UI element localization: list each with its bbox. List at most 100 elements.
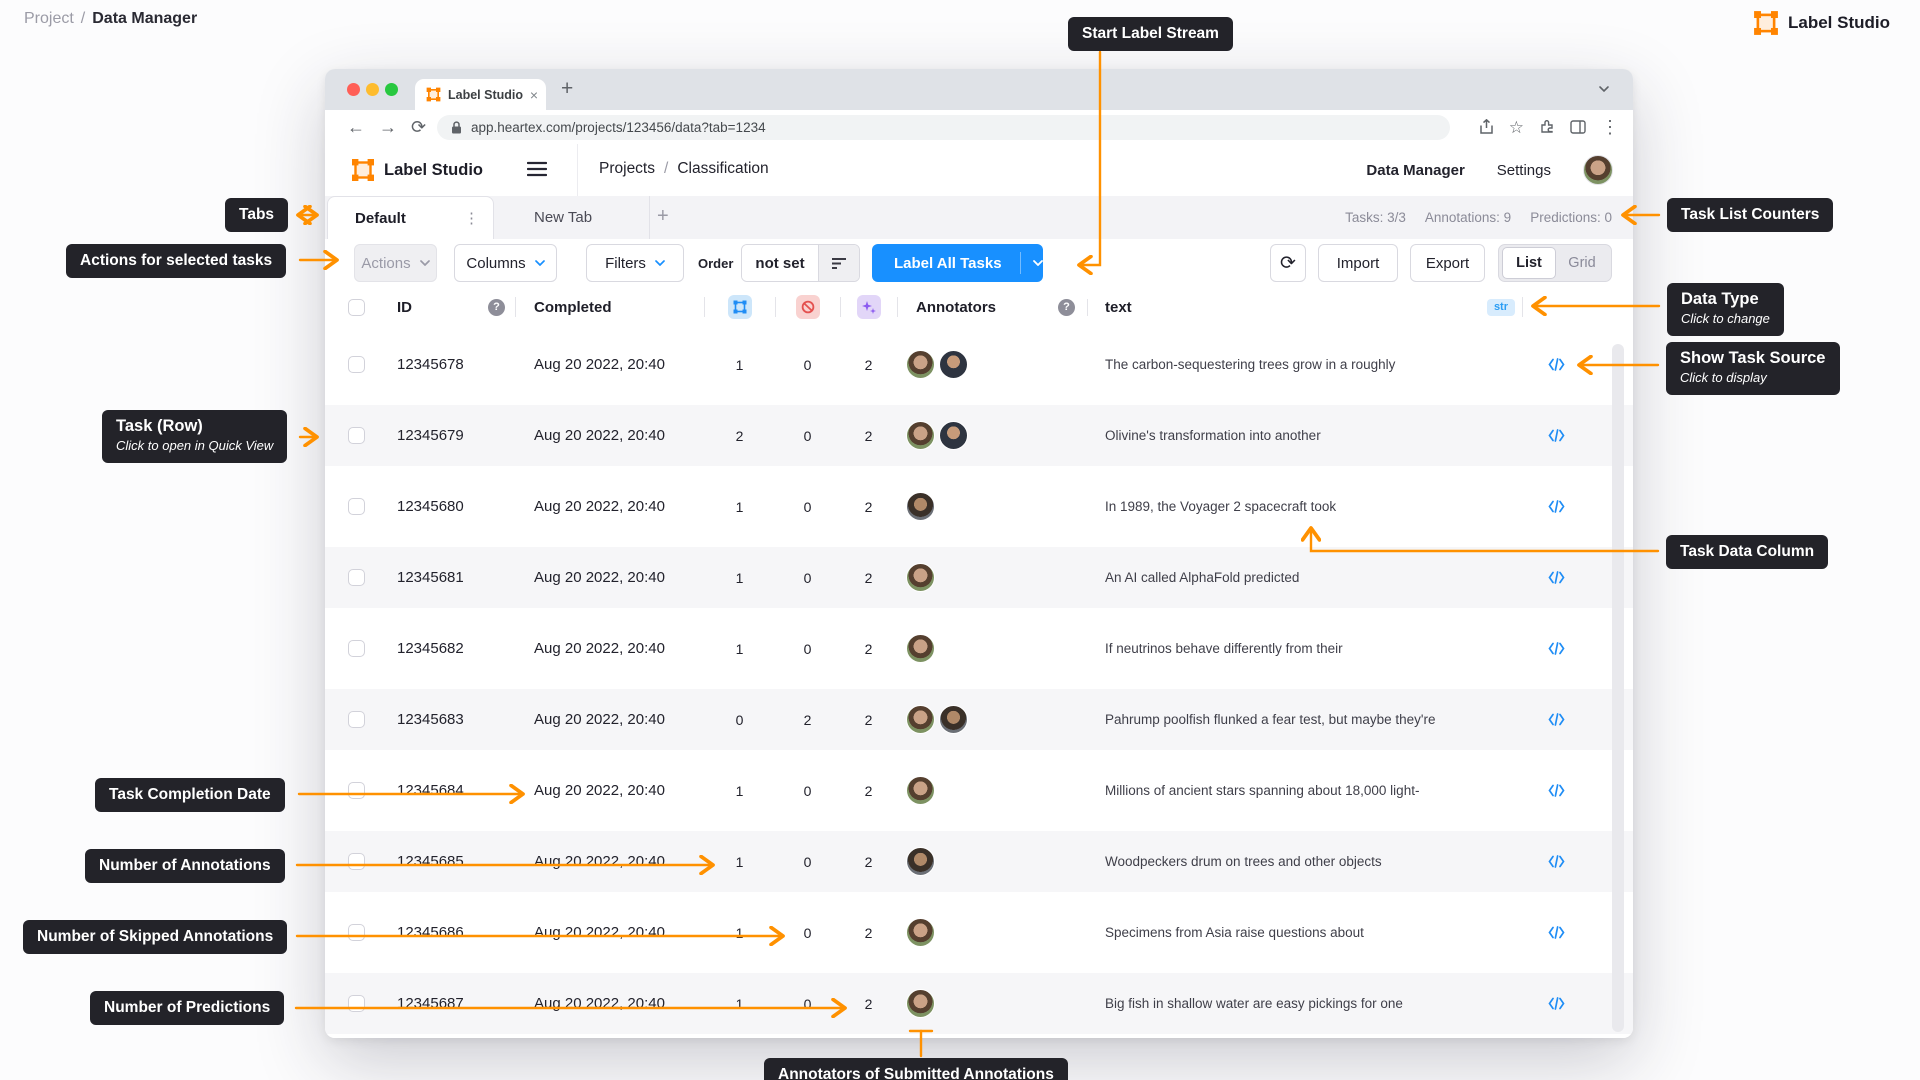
task-completed-date: Aug 20 2022, 20:40 xyxy=(534,356,665,373)
row-checkbox[interactable] xyxy=(348,427,365,444)
data-type-badge[interactable]: str xyxy=(1486,298,1515,316)
row-checkbox[interactable] xyxy=(348,995,365,1012)
task-completed-date: Aug 20 2022, 20:40 xyxy=(534,995,665,1012)
browser-tab[interactable]: Label Studio × xyxy=(415,79,546,110)
column-header-annotators[interactable]: Annotators ? xyxy=(897,297,1087,317)
task-source-icon[interactable] xyxy=(1547,713,1565,726)
column-header-text[interactable]: text str xyxy=(1087,298,1522,316)
tab-default[interactable]: Default ⋮ xyxy=(327,196,494,239)
task-source-icon[interactable] xyxy=(1547,571,1565,584)
label-all-tasks-button[interactable]: Label All Tasks xyxy=(872,244,1043,282)
row-checkbox[interactable] xyxy=(348,356,365,373)
label-studio-logo-icon xyxy=(1754,11,1778,35)
order-control[interactable]: not set xyxy=(741,244,860,282)
task-source-icon[interactable] xyxy=(1547,429,1565,442)
row-checkbox[interactable] xyxy=(348,711,365,728)
window-close-button[interactable] xyxy=(347,83,360,96)
window-zoom-button[interactable] xyxy=(385,83,398,96)
column-header-skipped[interactable] xyxy=(775,295,840,319)
row-checkbox[interactable] xyxy=(348,569,365,586)
row-checkbox[interactable] xyxy=(348,640,365,657)
help-icon[interactable]: ? xyxy=(1058,298,1075,316)
lock-icon[interactable] xyxy=(451,121,462,134)
row-checkbox[interactable] xyxy=(348,782,365,799)
new-tab-icon[interactable]: + xyxy=(561,77,573,101)
row-checkbox[interactable] xyxy=(348,853,365,870)
actions-button[interactable]: Actions xyxy=(354,244,437,282)
close-icon[interactable]: × xyxy=(530,88,538,102)
annotator-avatar xyxy=(906,705,935,734)
annotator-avatar xyxy=(906,492,935,521)
task-row[interactable]: 12345682 Aug 20 2022, 20:40 1 0 2 If neu… xyxy=(325,613,1633,684)
extensions-icon[interactable] xyxy=(1539,119,1555,135)
task-source-icon[interactable] xyxy=(1547,784,1565,797)
task-source-icon[interactable] xyxy=(1547,500,1565,513)
sort-direction-button[interactable] xyxy=(818,245,859,281)
column-header-id[interactable]: ID xyxy=(389,299,488,316)
refresh-button[interactable]: ⟳ xyxy=(1270,244,1306,282)
hamburger-menu-icon[interactable] xyxy=(527,161,547,177)
task-row[interactable]: 12345686 Aug 20 2022, 20:40 1 0 2 Specim… xyxy=(325,897,1633,968)
add-tab-icon[interactable]: + xyxy=(657,205,669,228)
column-header-predictions[interactable] xyxy=(840,295,897,319)
order-label: Order xyxy=(698,256,734,271)
export-button[interactable]: Export xyxy=(1410,244,1485,282)
scrollbar[interactable] xyxy=(1612,344,1624,1032)
chevron-down-icon[interactable] xyxy=(1032,260,1043,266)
columns-button[interactable]: Columns xyxy=(454,244,557,282)
task-row[interactable]: 12345678 Aug 20 2022, 20:40 1 0 2 The ca… xyxy=(325,329,1633,400)
kebab-menu-icon[interactable]: ⋮ xyxy=(1601,118,1619,136)
task-source-icon[interactable] xyxy=(1547,997,1565,1010)
app-breadcrumb-separator: / xyxy=(664,160,669,177)
task-source-icon[interactable] xyxy=(1547,855,1565,868)
task-row[interactable]: 12345680 Aug 20 2022, 20:40 1 0 2 In 198… xyxy=(325,471,1633,542)
row-checkbox[interactable] xyxy=(348,924,365,941)
nav-settings[interactable]: Settings xyxy=(1497,162,1551,179)
list-view-button[interactable]: List xyxy=(1502,247,1556,279)
import-label: Import xyxy=(1336,254,1380,272)
task-row[interactable]: 12345683 Aug 20 2022, 20:40 0 2 2 Pahrum… xyxy=(325,684,1633,755)
app-breadcrumb-projects[interactable]: Projects xyxy=(599,160,655,178)
nav-data-manager[interactable]: Data Manager xyxy=(1366,162,1464,179)
task-source-icon[interactable] xyxy=(1547,642,1565,655)
side-panel-icon[interactable] xyxy=(1570,120,1586,134)
chevron-down-icon[interactable] xyxy=(1597,82,1611,96)
task-source-icon[interactable] xyxy=(1547,926,1565,939)
breadcrumb-section[interactable]: Project xyxy=(24,10,74,28)
user-avatar[interactable] xyxy=(1583,155,1613,185)
task-completed-date: Aug 20 2022, 20:40 xyxy=(534,569,665,586)
task-source-icon[interactable] xyxy=(1547,358,1565,371)
filters-button[interactable]: Filters xyxy=(586,244,684,282)
callout-task-row-subtitle: Click to open in Quick View xyxy=(116,438,274,454)
annotations-count-icon xyxy=(727,295,752,319)
task-row[interactable]: 12345679 Aug 20 2022, 20:40 2 0 2 Olivin… xyxy=(325,400,1633,471)
order-value[interactable]: not set xyxy=(742,245,818,281)
help-icon[interactable]: ? xyxy=(488,298,505,316)
url-bar[interactable]: app.heartex.com/projects/123456/data?tab… xyxy=(437,115,1450,140)
task-row[interactable]: 12345687 Aug 20 2022, 20:40 1 0 2 Big fi… xyxy=(325,968,1633,1038)
task-row[interactable]: 12345681 Aug 20 2022, 20:40 1 0 2 An AI … xyxy=(325,542,1633,613)
back-icon[interactable]: ← xyxy=(347,118,365,136)
grid-view-button[interactable]: Grid xyxy=(1556,255,1608,271)
callout-tabs: Tabs xyxy=(225,198,289,233)
task-text: Woodpeckers drum on trees and other obje… xyxy=(1105,854,1382,869)
callout-num-skipped: Number of Skipped Annotations xyxy=(23,920,288,955)
share-icon[interactable] xyxy=(1479,119,1494,135)
forward-icon[interactable]: → xyxy=(379,118,397,136)
task-list-counters: Tasks: 3/3 Annotations: 9 Predictions: 0 xyxy=(1345,196,1612,239)
skipped-count: 0 xyxy=(803,995,812,1012)
reload-icon[interactable]: ⟳ xyxy=(411,118,426,136)
select-all-checkbox[interactable] xyxy=(348,298,365,316)
task-row[interactable]: 12345684 Aug 20 2022, 20:40 1 0 2 Millio… xyxy=(325,755,1633,826)
predictions-count: 2 xyxy=(864,427,873,444)
tab-menu-icon[interactable]: ⋮ xyxy=(464,209,479,227)
import-button[interactable]: Import xyxy=(1318,244,1398,282)
task-row[interactable]: 12345685 Aug 20 2022, 20:40 1 0 2 Woodpe… xyxy=(325,826,1633,897)
bookmark-star-icon[interactable]: ☆ xyxy=(1509,119,1524,136)
predictions-count: 2 xyxy=(864,640,873,657)
tab-new-tab[interactable]: New Tab xyxy=(494,196,650,239)
row-checkbox[interactable] xyxy=(348,498,365,515)
window-minimize-button[interactable] xyxy=(366,83,379,96)
column-header-completed[interactable]: Completed xyxy=(515,297,704,317)
column-header-annotations[interactable] xyxy=(704,295,775,319)
